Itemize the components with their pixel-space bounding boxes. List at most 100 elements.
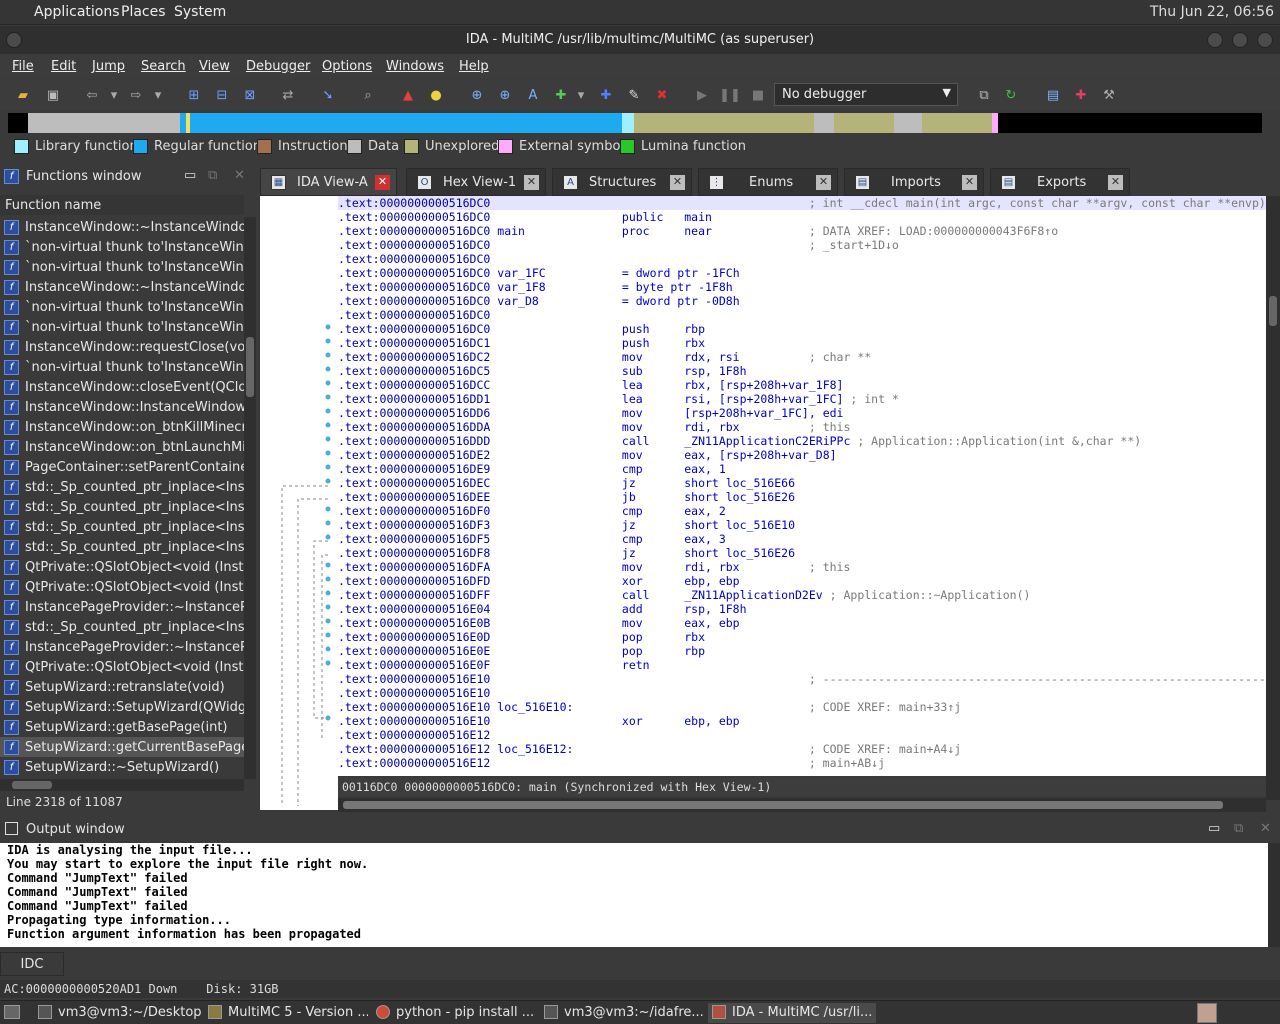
disasm-line[interactable]: .text:0000000000516E0E pop rbp: [338, 644, 1266, 658]
graph-dropdown-icon[interactable]: ▾: [571, 85, 591, 105]
function-row[interactable]: f InstancePageProvider::~InstancePageProv…: [0, 637, 244, 657]
scrollbar-thumb[interactable]: [1269, 296, 1277, 326]
disasm-line[interactable]: .text:0000000000516E12 loc_516E12: ; COD…: [338, 742, 1266, 756]
xref-icon[interactable]: ✚: [596, 85, 616, 105]
function-row[interactable]: f std::_Sp_counted_ptr_inplace<InstancePa…: [0, 517, 244, 537]
scrollbar-thumb[interactable]: [12, 781, 52, 789]
function-row[interactable]: f InstanceWindow::~InstanceWindow(): [0, 217, 244, 237]
play-icon[interactable]: ▶: [692, 85, 712, 105]
plugin-icon[interactable]: ✚: [1071, 85, 1091, 105]
places-menu[interactable]: Places: [121, 4, 166, 20]
scrollbar-thumb[interactable]: [343, 801, 1223, 809]
close-icon[interactable]: ✕: [670, 175, 685, 190]
disasm-line[interactable]: .text:0000000000516DE2 mov eax, [rsp+208…: [338, 448, 1266, 462]
disasm-line[interactable]: .text:0000000000516DC0 public main: [338, 210, 1266, 224]
menu-jump[interactable]: Jump: [92, 59, 125, 74]
disasm-line[interactable]: .text:0000000000516E0B mov eax, ebp: [338, 616, 1266, 630]
float-icon[interactable]: ⧉: [208, 168, 217, 183]
function-row[interactable]: f InstancePageProvider::~InstancePageProv…: [0, 597, 244, 617]
clock[interactable]: Thu Jun 22, 06:56: [1150, 4, 1274, 20]
function-row[interactable]: f InstanceWindow::requestClose(void): [0, 337, 244, 357]
disasm-line[interactable]: .text:0000000000516E12: [338, 728, 1266, 742]
disasm-line[interactable]: .text:0000000000516DD6 mov [rsp+208h+var…: [338, 406, 1266, 420]
show-desktop-icon[interactable]: [4, 1005, 20, 1019]
menu-edit[interactable]: Edit: [51, 59, 76, 74]
disasm-line[interactable]: .text:0000000000516E0D pop rbx: [338, 630, 1266, 644]
tab-ida-view-a[interactable]: ▦ IDA View-A ✕: [260, 168, 397, 196]
pause-icon[interactable]: ❚❚: [719, 85, 741, 105]
disassembly-listing[interactable]: .text:0000000000516DC0 ; int __cdecl mai…: [338, 196, 1266, 776]
system-menu[interactable]: System: [174, 4, 226, 20]
disasm-line[interactable]: .text:0000000000516E10: [338, 686, 1266, 700]
notification-icon[interactable]: [1197, 1003, 1217, 1023]
disasm-line[interactable]: .text:0000000000516DC1 push rbx: [338, 336, 1266, 350]
disasm-line[interactable]: .text:0000000000516DC2 mov rdx, rsi ; ch…: [338, 350, 1266, 364]
close-icon[interactable]: ✕: [962, 175, 977, 190]
function-row[interactable]: f std::_Sp_counted_ptr_inplace<InstancePa…: [0, 537, 244, 557]
disasm-line[interactable]: .text:0000000000516E10 ; ---------------…: [338, 672, 1266, 686]
refresh-icon[interactable]: ↻: [1001, 85, 1021, 105]
function-row[interactable]: f InstanceWindow::InstanceWindow(std::sha…: [0, 397, 244, 417]
windows-icon[interactable]: ▤: [1043, 85, 1063, 105]
function-name-column-header[interactable]: Function name: [0, 195, 244, 215]
menu-search[interactable]: Search: [141, 59, 186, 74]
function-row[interactable]: f `non-virtual thunk to'InstanceWindow::~…: [0, 257, 244, 277]
close-icon[interactable]: ✕: [816, 175, 831, 190]
disasm-line[interactable]: .text:0000000000516DFA mov rdi, rbx ; th…: [338, 560, 1266, 574]
scrollbar-thumb[interactable]: [246, 337, 254, 397]
forward-icon[interactable]: ⇨: [126, 85, 146, 105]
idc-command-input[interactable]: [66, 952, 1280, 976]
forward-dropdown-icon[interactable]: ▾: [148, 85, 168, 105]
tab-imports[interactable]: ▤ Imports ✕: [844, 168, 984, 196]
close-button[interactable]: [1257, 32, 1273, 48]
tab-hex-view-1[interactable]: O Hex View-1 ✕: [406, 168, 546, 196]
back-dropdown-icon[interactable]: ▾: [104, 85, 124, 105]
data-icon[interactable]: ⊠: [240, 85, 260, 105]
open-icon[interactable]: ▰: [13, 85, 33, 105]
disasm-line[interactable]: .text:0000000000516DEC jz short loc_516E…: [338, 476, 1266, 490]
taskbar-item[interactable]: IDA - MultiMC /usr/li...: [708, 1003, 876, 1023]
disasm-line[interactable]: .text:0000000000516DEE jb short loc_516E…: [338, 490, 1266, 504]
disasm-line[interactable]: .text:0000000000516DC0 ; int __cdecl mai…: [338, 196, 1266, 210]
function-row[interactable]: f std::_Sp_counted_ptr_inplace<InstancePa…: [0, 477, 244, 497]
disasm-line[interactable]: .text:0000000000516E04 add rsp, 1F8h: [338, 602, 1266, 616]
disasm-line[interactable]: .text:0000000000516E10 xor ebp, ebp: [338, 714, 1266, 728]
disasm-line[interactable]: .text:0000000000516DCC lea rbx, [rsp+208…: [338, 378, 1266, 392]
disassembly-horizontal-scrollbar[interactable]: [338, 798, 1266, 812]
save-icon[interactable]: ▣: [43, 85, 63, 105]
taskbar-item[interactable]: MultiMC 5 - Version ...: [204, 1003, 368, 1023]
disasm-line[interactable]: .text:0000000000516DF8 jz short loc_516E…: [338, 546, 1266, 560]
disasm-line[interactable]: .text:0000000000516DE9 cmp eax, 1: [338, 462, 1266, 476]
function-row[interactable]: f std::_Sp_counted_ptr_inplace<InstancePa…: [0, 497, 244, 517]
code-icon[interactable]: ⊟: [212, 85, 232, 105]
struct-icon[interactable]: ⊕: [495, 85, 515, 105]
disasm-line[interactable]: .text:0000000000516DDD call _ZN11Applica…: [338, 434, 1266, 448]
function-row[interactable]: f InstanceWindow::closeEvent(QCloseEvent …: [0, 377, 244, 397]
idc-button[interactable]: IDC: [0, 952, 64, 976]
menu-file[interactable]: File: [12, 59, 34, 74]
disasm-line[interactable]: .text:0000000000516DC0 var_1FC = dword p…: [338, 266, 1266, 280]
disasm-line[interactable]: .text:0000000000516DFF call _ZN11Applica…: [338, 588, 1266, 602]
applications-menu[interactable]: Applications: [34, 4, 120, 20]
close-icon[interactable]: ✕: [1108, 175, 1123, 190]
disasm-line[interactable]: .text:0000000000516DD1 lea rsi, [rsp+208…: [338, 392, 1266, 406]
restore-icon[interactable]: ▭: [184, 168, 196, 183]
search-icon[interactable]: ⌕: [358, 85, 378, 105]
disasm-line[interactable]: .text:0000000000516DC0: [338, 252, 1266, 266]
disasm-line[interactable]: .text:0000000000516DF3 jz short loc_516E…: [338, 518, 1266, 532]
disasm-line[interactable]: .text:0000000000516DDA mov rdi, rbx ; th…: [338, 420, 1266, 434]
tab-exports[interactable]: ▤ Exports ✕: [990, 168, 1130, 196]
debugger-select[interactable]: No debugger ▼: [774, 83, 958, 106]
tab-structures[interactable]: A Structures ✕: [552, 168, 692, 196]
back-icon[interactable]: ⇦: [82, 85, 102, 105]
function-row[interactable]: f SetupWizard::retranslate(void): [0, 677, 244, 697]
disasm-line[interactable]: .text:0000000000516DC0: [338, 308, 1266, 322]
taskbar-item[interactable]: vm3@vm3:~/Desktop: [34, 1003, 202, 1023]
close-icon[interactable]: ✕: [524, 175, 539, 190]
functions-horizontal-scrollbar[interactable]: [0, 779, 244, 791]
close-icon[interactable]: ✕: [375, 175, 390, 190]
edit-icon[interactable]: ✎: [624, 85, 644, 105]
output-log[interactable]: IDA is analysing the input file... You ma…: [0, 843, 1268, 947]
function-row[interactable]: f SetupWizard::~SetupWizard(): [0, 757, 244, 777]
taskbar-item[interactable]: python - pip install ...: [372, 1003, 538, 1023]
